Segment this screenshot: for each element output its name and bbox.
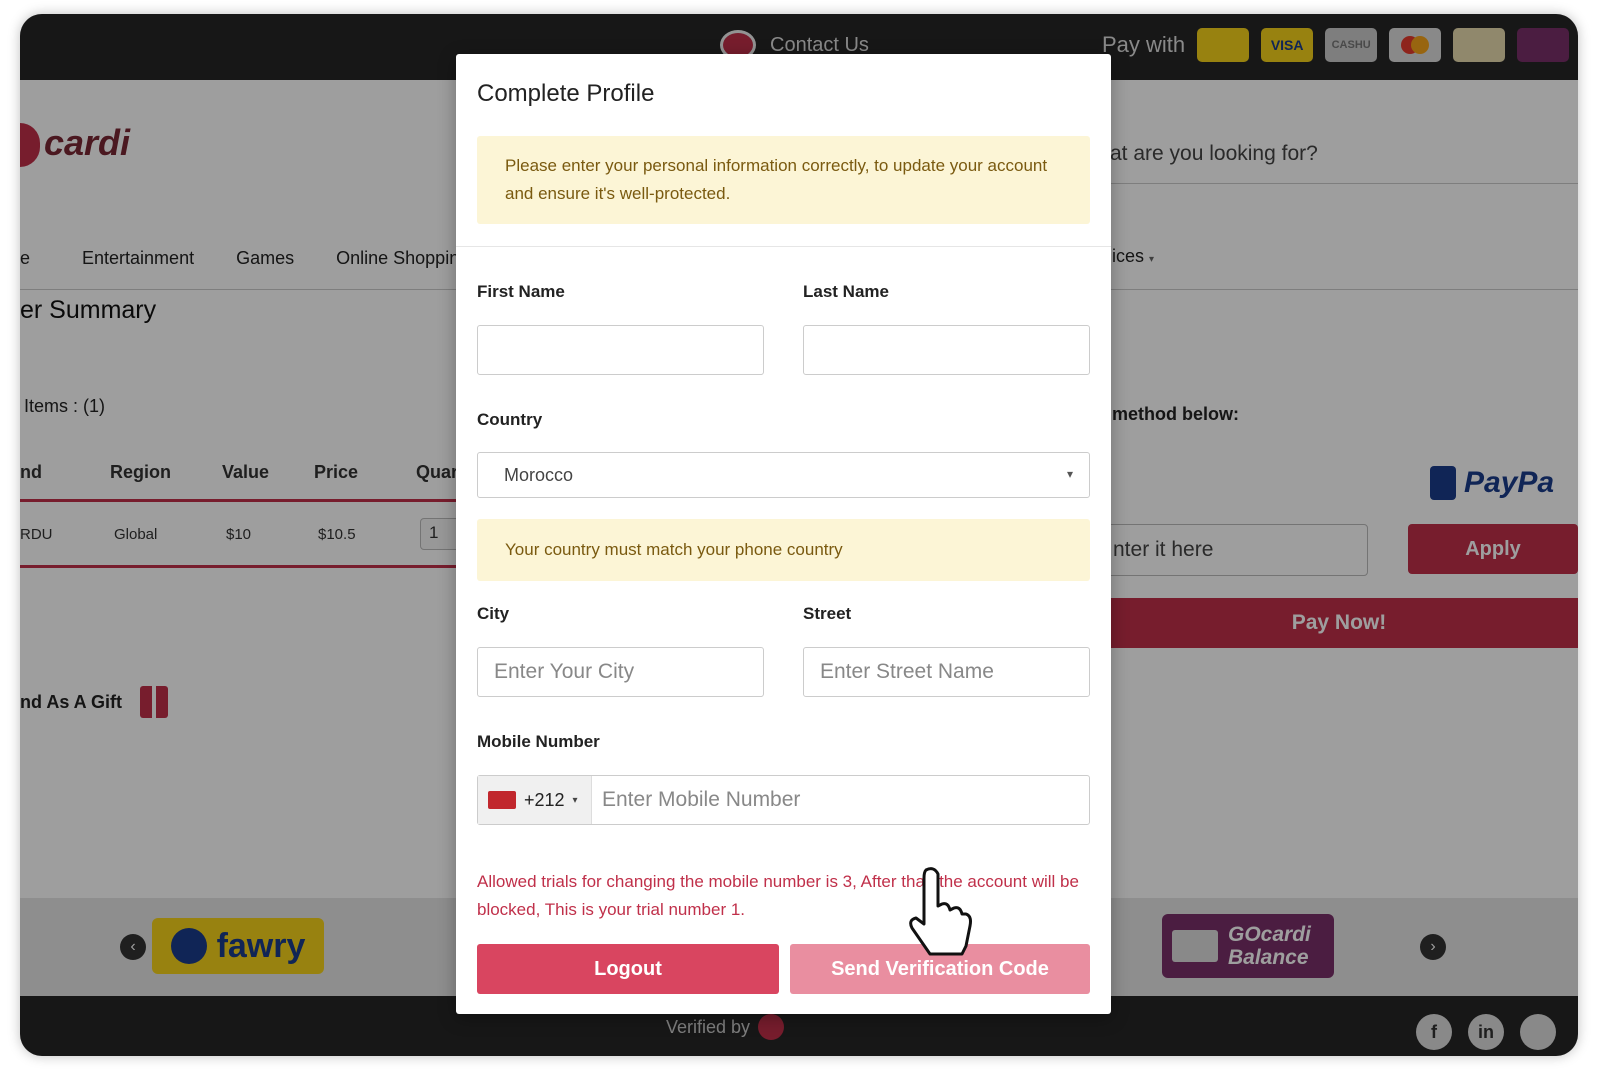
first-name-label: First Name	[477, 282, 565, 301]
first-name-field[interactable]	[477, 325, 764, 375]
browser-frame: Contact Us Pay with VISA CASHU cardi at …	[20, 14, 1578, 1056]
country-value: Morocco	[504, 465, 574, 485]
modal-title: Complete Profile	[477, 80, 655, 107]
city-label: City	[477, 604, 510, 623]
complete-profile-modal: Complete Profile Please enter your perso…	[456, 54, 1111, 1014]
country-code-dropdown[interactable]: +212 ▾	[478, 776, 592, 824]
morocco-flag-icon	[488, 791, 516, 809]
logout-button[interactable]: Logout	[477, 944, 779, 994]
last-name-field[interactable]	[803, 325, 1090, 375]
trials-warning: Allowed trials for changing the mobile n…	[477, 872, 1079, 919]
dial-code: +212	[524, 789, 565, 810]
country-label: Country	[477, 410, 543, 429]
chevron-down-icon: ▾	[1066, 467, 1073, 481]
street-label: Street	[803, 604, 852, 623]
city-field[interactable]	[477, 647, 764, 697]
mobile-number-field[interactable]	[594, 776, 1089, 824]
mobile-number-group: +212 ▾	[477, 775, 1090, 825]
hand-pointer-icon	[909, 867, 972, 956]
street-field[interactable]	[803, 647, 1090, 697]
country-notice: Your country must match your phone count…	[477, 519, 1090, 581]
mobile-number-label: Mobile Number	[477, 732, 600, 751]
last-name-label: Last Name	[803, 282, 889, 301]
caret-down-icon: ▾	[572, 794, 578, 806]
country-select[interactable]: Morocco ▾	[477, 452, 1090, 498]
info-notice: Please enter your personal information c…	[477, 136, 1090, 224]
divider	[456, 246, 1111, 247]
